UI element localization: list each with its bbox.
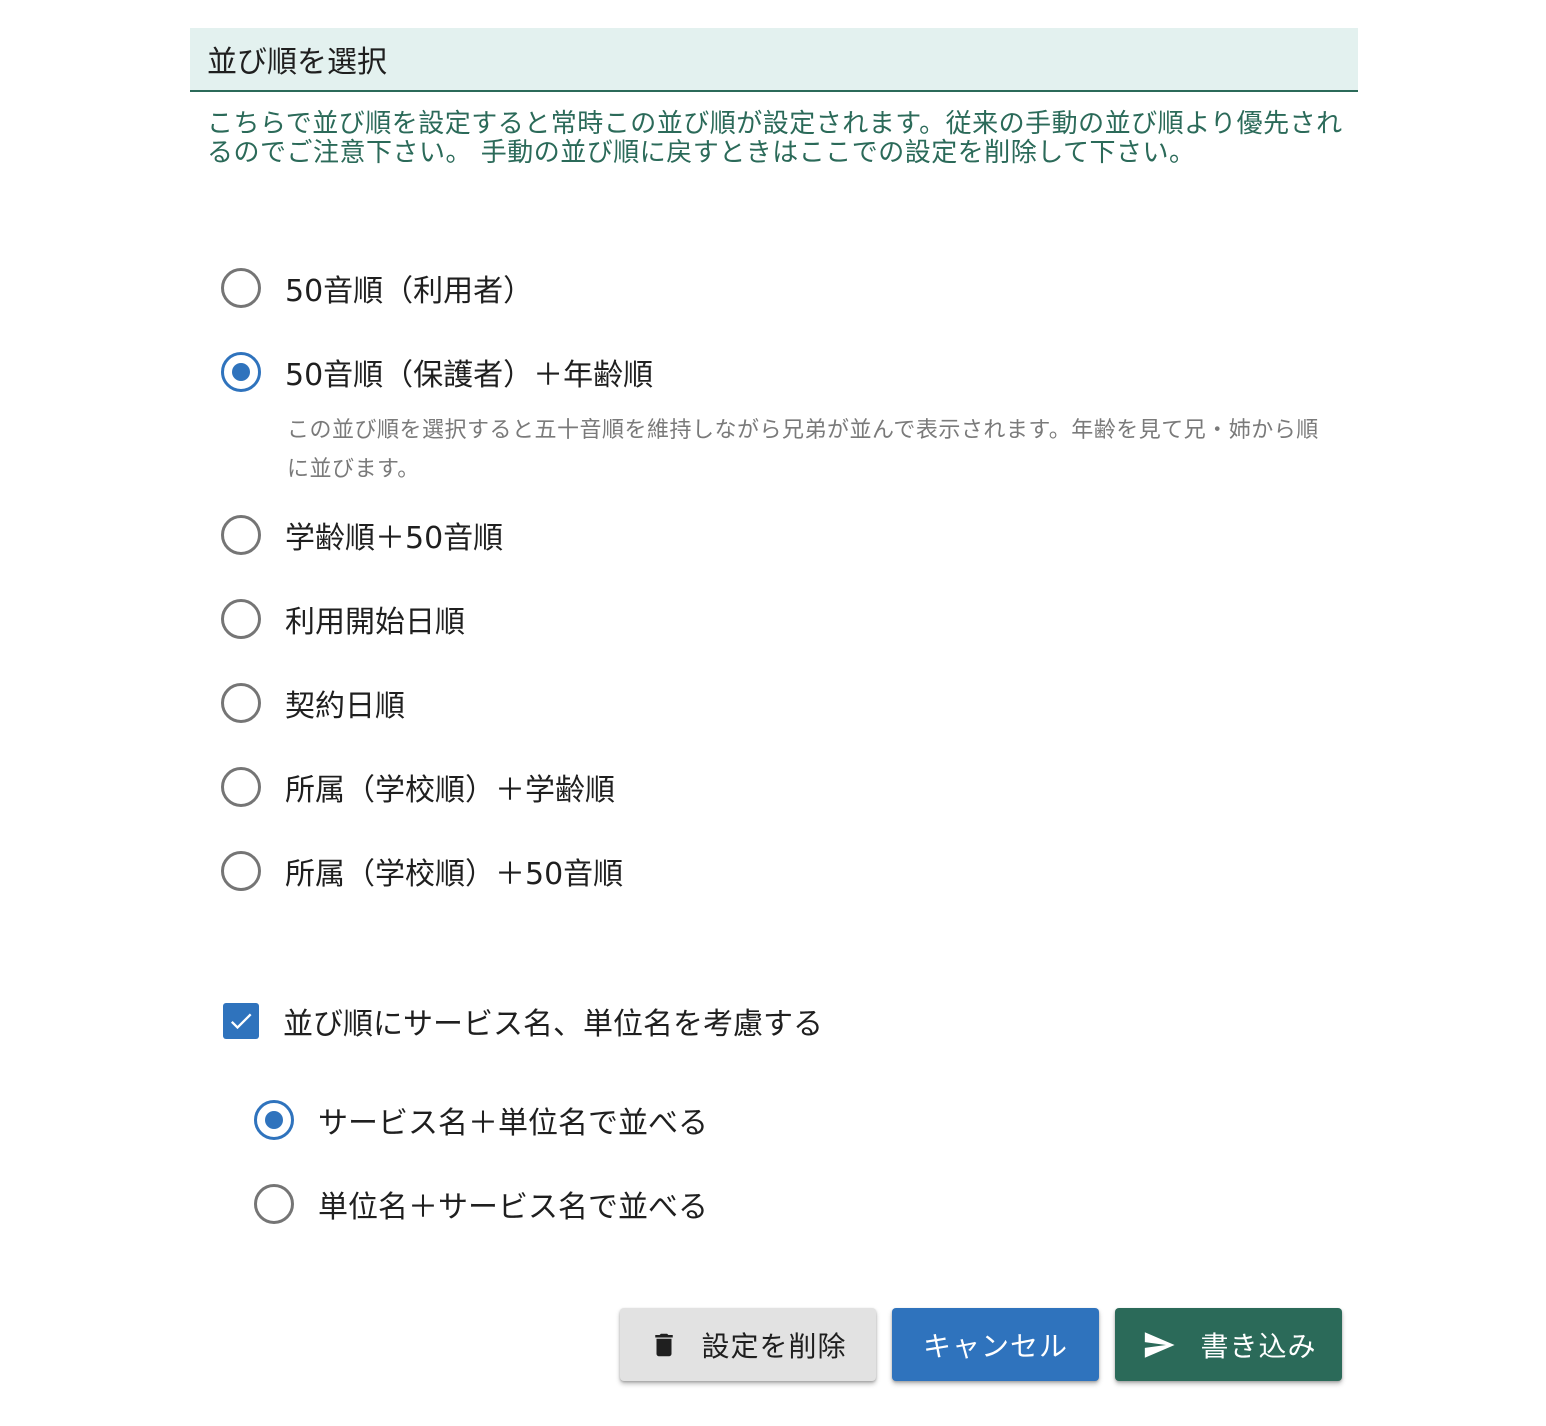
send-icon [1140,1328,1178,1362]
action-button-group: 設定を削除 キャンセル 書き込み [620,1308,1342,1381]
radio-button[interactable] [221,683,261,723]
radio-option-school-kana[interactable]: 所属（学校順）＋50音順 [221,849,623,893]
radio-label: 所属（学校順）＋50音順 [285,857,624,892]
radio-button-selected[interactable] [221,352,261,392]
radio-button[interactable] [254,1184,294,1224]
delete-setting-button[interactable]: 設定を削除 [620,1308,876,1381]
radio-label: 所属（学校順）＋学齢順 [285,773,615,808]
radio-label: 利用開始日順 [285,605,465,640]
sort-order-panel: 並び順を選択 こちらで並び順を設定すると常時この並び順が設定されます。従来の手動… [190,28,1358,168]
radio-option-service-unit[interactable]: サービス名＋単位名で並べる [254,1098,708,1142]
radio-option-contract-date[interactable]: 契約日順 [221,681,405,725]
notice-text: こちらで並び順を設定すると常時この並び順が設定されます。従来の手動の並び順より優… [207,109,1343,168]
option-hint-text: この並び順を選択すると五十音順を維持しながら兄弟が並んで表示されます。年齢を見て… [287,418,1319,482]
save-button-label: 書き込み [1200,1329,1317,1363]
radio-button[interactable] [221,851,261,891]
radio-button[interactable] [221,268,261,308]
radio-option-kana-user[interactable]: 50音順（利用者） [221,266,533,310]
radio-button[interactable] [221,515,261,555]
radio-button[interactable] [221,767,261,807]
checkbox-label: 並び順にサービス名、単位名を考慮する [283,1007,823,1042]
radio-option-start-date[interactable]: 利用開始日順 [221,597,465,641]
radio-label: 50音順（保護者）＋年齢順 [285,358,654,393]
service-unit-checkbox[interactable] [223,1003,259,1039]
cancel-button-label: キャンセル [922,1329,1068,1363]
radio-label: 契約日順 [285,689,405,724]
panel-title: 並び順を選択 [190,28,1358,92]
radio-label: 学齢順＋50音順 [285,521,504,556]
check-icon [230,1013,252,1030]
radio-button[interactable] [221,599,261,639]
radio-button-selected[interactable] [254,1100,294,1140]
cancel-button[interactable]: キャンセル [892,1308,1099,1381]
save-button[interactable]: 書き込み [1115,1308,1342,1381]
radio-label: サービス名＋単位名で並べる [318,1106,708,1141]
radio-option-unit-service[interactable]: 単位名＋サービス名で並べる [254,1182,708,1226]
delete-button-label: 設定を削除 [701,1329,847,1363]
service-unit-checkbox-row[interactable]: 並び順にサービス名、単位名を考慮する [221,999,823,1043]
radio-option-kana-guardian-age[interactable]: 50音順（保護者）＋年齢順 [221,350,653,394]
radio-option-school-grade[interactable]: 所属（学校順）＋学齢順 [221,765,615,809]
radio-option-grade-kana[interactable]: 学齢順＋50音順 [221,513,503,557]
radio-label: 50音順（利用者） [285,274,534,309]
radio-label: 単位名＋サービス名で並べる [318,1190,708,1225]
trash-icon [649,1328,679,1362]
